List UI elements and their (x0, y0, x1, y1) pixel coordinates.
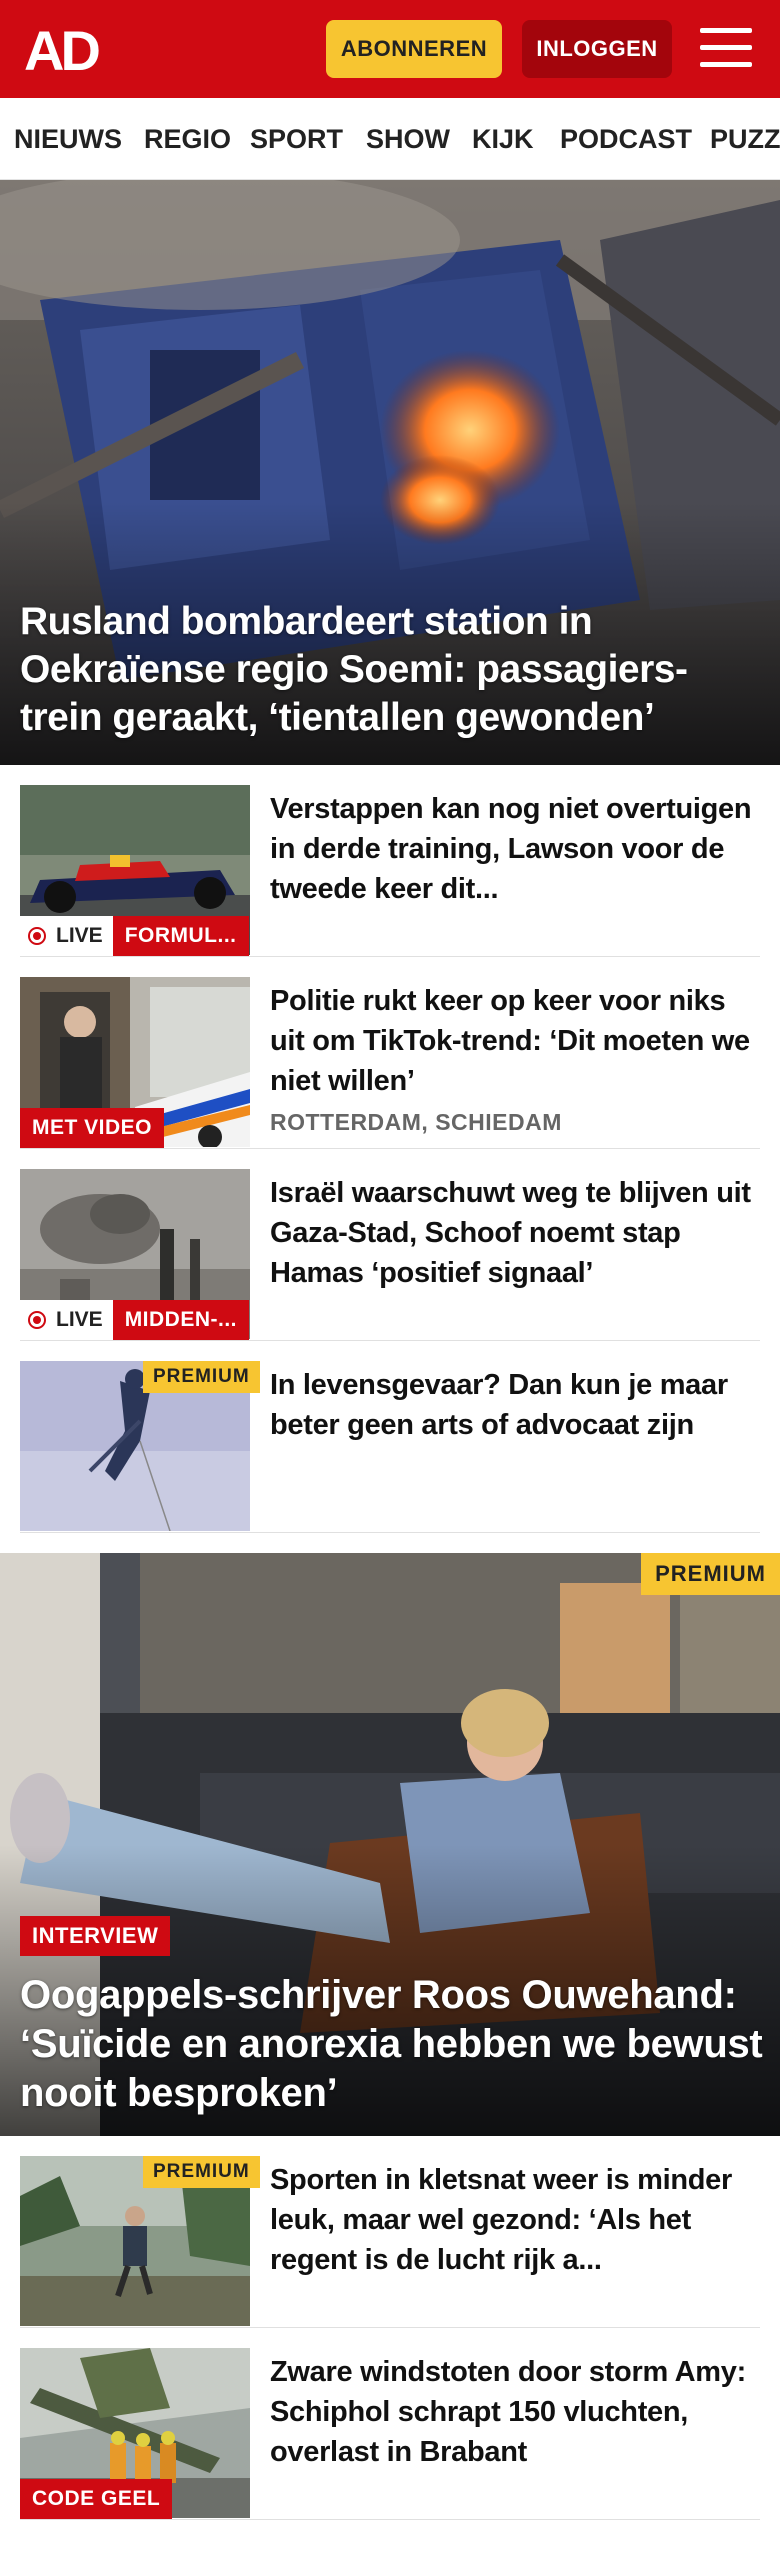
nav-item-puzzel[interactable]: PUZZ (710, 98, 780, 179)
category-label: MIDDEN-... (112, 1300, 250, 1340)
section-nav: NIEUWS REGIO SPORT SHOW KIJK PODCAST PUZ… (0, 98, 780, 180)
login-button[interactable]: INLOGGEN (522, 20, 672, 78)
hero-headline[interactable]: Rusland bombardeert station in Oekraïens… (20, 598, 760, 742)
interview-tag: INTERVIEW (20, 1916, 171, 1956)
video-badge: MET VIDEO (20, 1108, 165, 1148)
nav-item-show[interactable]: SHOW (366, 98, 450, 179)
list-item[interactable]: LIVE FORMUL... Verstappen kan nog niet o… (20, 785, 760, 957)
feature-article[interactable]: PREMIUM INTERVIEW Oogappels-schrijver Ro… (0, 1553, 780, 2136)
article-headline[interactable]: Zware windstoten door storm Amy: Schipho… (270, 2352, 760, 2472)
nav-item-kijk[interactable]: KIJK (472, 98, 534, 179)
live-dot-icon (28, 1311, 46, 1329)
list-item[interactable]: LIVE MIDDEN-... Israël waarschuwt weg te… (20, 1169, 760, 1341)
list-item[interactable]: CODE GEEL Zware windstoten door storm Am… (20, 2348, 760, 2520)
live-badge: LIVE MIDDEN-... (20, 1300, 250, 1340)
live-label: LIVE (56, 924, 103, 947)
article-headline[interactable]: Israël waarschuwt weg te blijven uit Gaz… (270, 1173, 760, 1293)
premium-badge: PREMIUM (143, 1361, 260, 1393)
hamburger-menu-icon[interactable] (700, 26, 752, 70)
live-badge: LIVE FORMUL... (20, 916, 249, 956)
nav-item-nieuws[interactable]: NIEUWS (14, 98, 122, 179)
category-label: FORMUL... (112, 916, 249, 956)
list-item[interactable]: PREMIUM Sporten in kletsnat weer is mind… (20, 2156, 760, 2328)
article-headline[interactable]: Verstappen kan nog niet overtuigen in de… (270, 789, 760, 909)
list-item[interactable]: PREMIUM In levensgevaar? Dan kun je maar… (20, 1361, 760, 1533)
article-headline[interactable]: Politie rukt keer op keer voor niks uit … (270, 981, 760, 1101)
feature-headline[interactable]: Oogappels-schrijver Roos Ouwehand: ‘Suïc… (20, 1971, 765, 2118)
code-badge: CODE GEEL (20, 2479, 173, 2519)
nav-item-sport[interactable]: SPORT (250, 98, 343, 179)
live-label: LIVE (56, 1308, 103, 1331)
premium-badge: PREMIUM (641, 1553, 780, 1595)
nav-item-podcast[interactable]: PODCAST (560, 98, 692, 179)
hero-article[interactable]: Rusland bombardeert station in Oekraïens… (0, 180, 780, 765)
subscribe-button[interactable]: ABONNEREN (326, 20, 502, 78)
nav-item-regio[interactable]: REGIO (144, 98, 231, 179)
ad-logo[interactable]: AD (24, 20, 116, 80)
svg-text:AD: AD (24, 20, 99, 80)
top-bar: AD ABONNEREN INLOGGEN (0, 0, 780, 98)
live-dot-icon (28, 927, 46, 945)
premium-badge: PREMIUM (143, 2156, 260, 2188)
article-headline[interactable]: Sporten in kletsnat weer is minder leuk,… (270, 2160, 760, 2280)
article-location: ROTTERDAM, SCHIEDAM (270, 1109, 562, 1135)
article-headline[interactable]: In levensgevaar? Dan kun je maar beter g… (270, 1365, 760, 1445)
list-item[interactable]: MET VIDEO Politie rukt keer op keer voor… (20, 977, 760, 1149)
